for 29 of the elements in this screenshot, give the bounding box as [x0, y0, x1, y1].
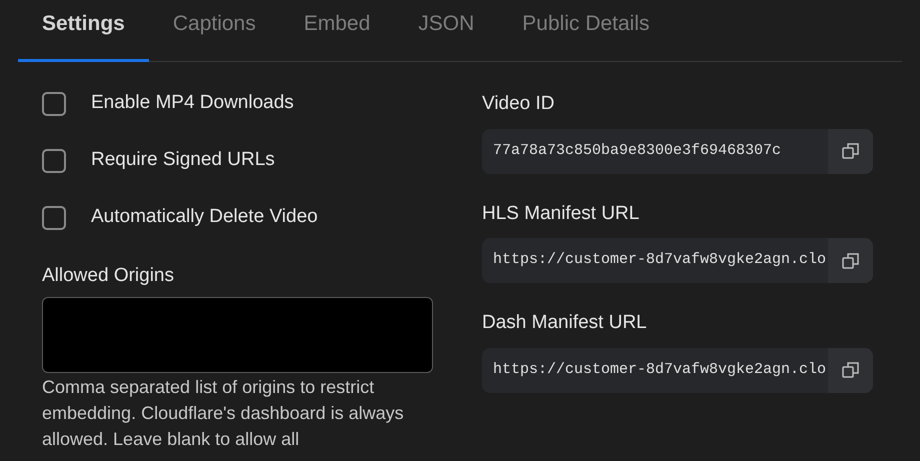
field-value: https://customer-8d7vafw8vgke2agn.clo [492, 250, 828, 270]
field-value: 77a78a73c850ba9e8300e3f69468307c [492, 140, 782, 161]
copy-icon [842, 252, 860, 270]
field-label: Allowed Origins [42, 264, 175, 288]
copy-button[interactable] [828, 238, 873, 283]
checkbox-label: Automatically Delete Video [91, 205, 318, 230]
field-value: https://customer-8d7vafw8vgke2agn.clo [492, 360, 828, 380]
copy-button[interactable] [828, 128, 873, 174]
checkbox-label: Enable MP4 Downloads [91, 91, 294, 116]
copy-icon [842, 142, 860, 160]
tab[interactable]: Public Details [498, 0, 674, 62]
field-label: HLS Manifest URL [482, 202, 640, 226]
checkbox[interactable] [42, 148, 66, 172]
copy-button[interactable] [828, 348, 873, 392]
origins-input-field[interactable] [42, 296, 433, 372]
readonly-field[interactable]: 77a78a73c850ba9e8300e3f69468307c [482, 128, 873, 174]
readonly-field[interactable]: https://customer-8d7vafw8vgke2agn.clo [482, 348, 873, 392]
copy-icon [842, 361, 860, 379]
tab[interactable]: Settings [18, 0, 149, 62]
field-label: Dash Manifest URL [482, 311, 648, 335]
tab[interactable]: Embed [280, 0, 394, 62]
tab[interactable]: JSON [394, 0, 498, 62]
help-text: Comma separated list of origins to restrict embedding. Cloudflare's dashboard is always allowed. Leave blank to allow all [42, 376, 405, 450]
tab[interactable]: Captions [148, 0, 280, 62]
readonly-field[interactable]: https://customer-8d7vafw8vgke2agn.clo [482, 238, 873, 283]
field-label: Video ID [482, 92, 556, 116]
checkbox-label: Require Signed URLs [91, 148, 275, 172]
checkbox[interactable] [42, 206, 66, 230]
checkbox[interactable] [42, 92, 66, 116]
